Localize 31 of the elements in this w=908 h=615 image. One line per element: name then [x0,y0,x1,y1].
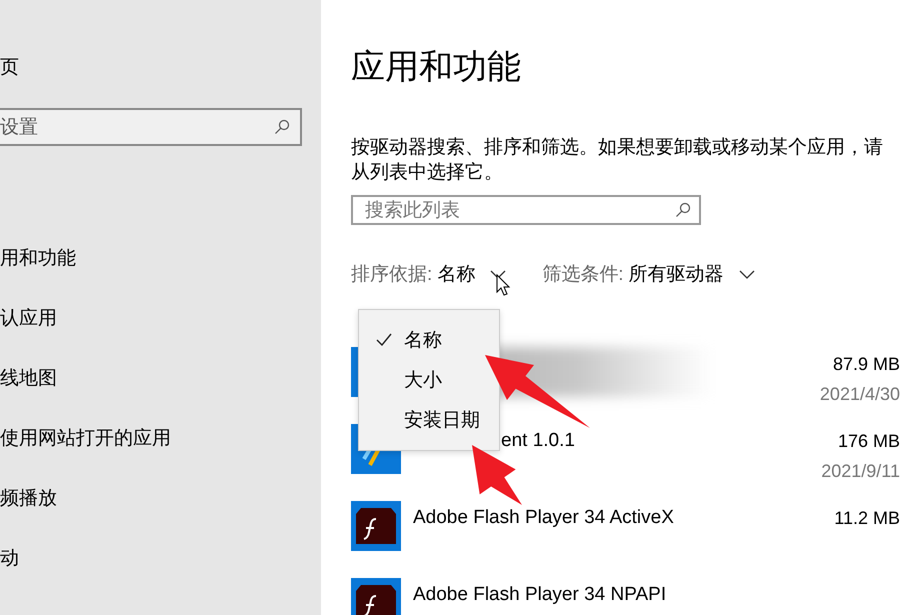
chevron-down-icon [490,270,506,280]
flash-app-icon [351,501,401,551]
annotation-arrow [472,445,522,505]
app-name: Adobe Flash Player 34 NPAPI [413,584,666,606]
sidebar-item[interactable]: 动 [0,547,321,571]
search-field[interactable]: 设置 [0,108,302,146]
sidebar-item[interactable]: 用和功能 [0,247,321,271]
sidebar-item[interactable]: 认应用 [0,307,321,331]
page-title: 应用和功能 [351,47,522,88]
dropdown[interactable]: 筛选条件: 所有驱动器 [542,263,755,287]
chevron-down-icon [738,270,755,280]
install-date: 2021/9/11 [821,460,900,482]
menu-item[interactable]: 大小 [359,360,499,400]
menu-item[interactable]: 安装日期 [359,400,499,440]
app-name: ent 1.0.1 [501,430,575,452]
sidebar-item[interactable]: 线地图 [0,367,321,391]
app-size: 11.2 MB [834,507,900,529]
app-size: 87.9 MB [832,353,900,375]
search-icon [675,202,691,218]
app-size: 176 MB [838,430,900,452]
menu-item[interactable]: 名称 [359,320,499,360]
sidebar-item[interactable]: 使用网站打开的应用 [0,427,321,451]
description-text: 按驱动器搜索、排序和筛选。如果想要卸载或移动某个应用，请从列表中选择它。 [351,136,884,185]
search-icon [274,119,290,135]
app-name: Adobe Flash Player 34 ActiveX [413,507,674,529]
search-field[interactable]: 搜索此列表 [351,195,701,225]
install-date: 2021/4/30 [820,383,900,405]
mouse-pointer-icon [496,274,510,296]
dropdown[interactable]: 排序依据: 名称 [351,263,506,287]
sidebar-item[interactable]: 页 [0,56,321,80]
sidebar-item[interactable]: 频播放 [0,487,321,511]
